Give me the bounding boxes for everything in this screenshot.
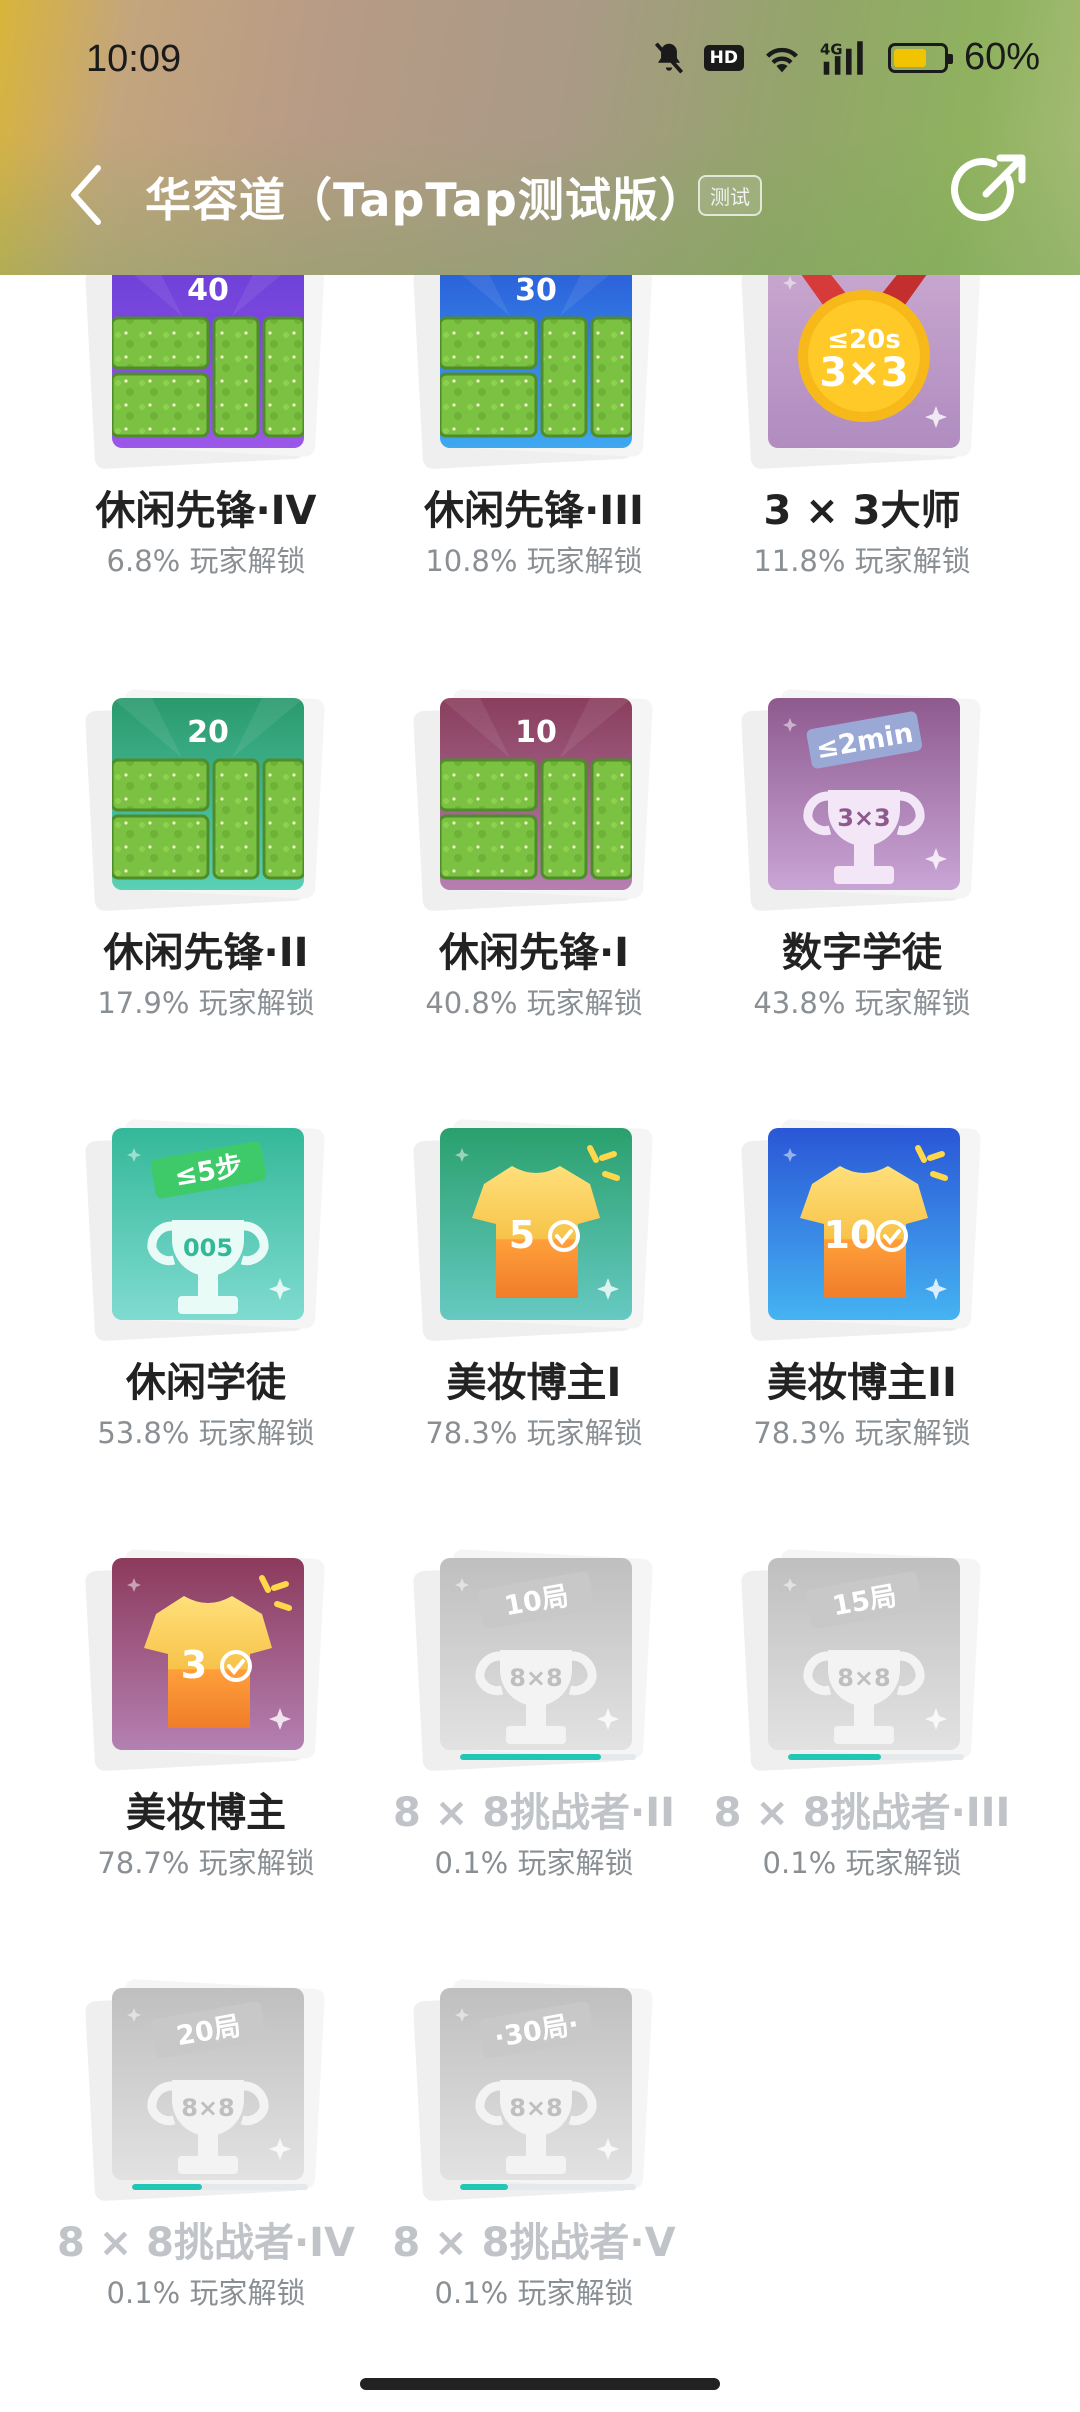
achievement-card[interactable]: 10 休闲先锋·I 40.8% 玩家解锁 — [384, 688, 684, 1118]
back-arrow-icon[interactable] — [62, 160, 112, 230]
status-icons: HD 4G 60% — [650, 36, 1040, 79]
badge-number: 40 — [187, 273, 229, 308]
test-tag: 测试 — [698, 175, 762, 216]
badge-image: 005 ≤5步 — [84, 1118, 326, 1342]
achievement-card[interactable]: 8×8 15局 8 × 8挑战者·III 0.1% 玩家解锁 — [712, 1548, 1012, 1978]
achievement-card[interactable]: 20 休闲先锋·II 17.9% 玩家解锁 — [56, 688, 356, 1118]
badge-image: 10 — [740, 1118, 982, 1342]
badge-image: 8×8 10局 — [412, 1548, 654, 1772]
unlock-rate: 0.1% 玩家解锁 — [762, 1846, 962, 1880]
wifi-icon — [760, 40, 804, 76]
badge-sub: 8×8 — [509, 2094, 563, 2122]
achievement-card[interactable]: 30 休闲先锋·III 10.8% 玩家解锁 — [384, 246, 684, 688]
badge-image: 5 — [412, 1118, 654, 1342]
badge-sub: 3×3 — [837, 804, 891, 832]
achievement-name: 休闲先锋·IV — [95, 488, 317, 534]
status-time: 10:09 — [86, 38, 182, 80]
4g-signal-icon: 4G — [820, 39, 872, 77]
badge-sub: 8×8 — [509, 1664, 563, 1692]
progress-bar — [460, 1754, 636, 1760]
unlock-rate: 0.1% 玩家解锁 — [106, 2276, 306, 2310]
achievement-name: 休闲先锋·I — [438, 930, 630, 976]
achievement-name: 8 × 8挑战者·V — [392, 2220, 676, 2266]
page-title: 华容道（TapTap测试版） — [145, 173, 706, 227]
achievement-name: 休闲先锋·III — [424, 488, 644, 534]
achievement-card[interactable]: 40 休闲先锋·IV 6.8% 玩家解锁 — [56, 246, 356, 688]
achievement-name: 美妆博主I — [446, 1360, 622, 1406]
badge-image: 40 — [84, 246, 326, 470]
progress-fill — [460, 2184, 508, 2190]
bell-off-icon — [650, 39, 688, 77]
share-icon[interactable] — [950, 150, 1030, 230]
unlock-rate: 78.3% 玩家解锁 — [753, 1416, 971, 1450]
unlock-rate: 6.8% 玩家解锁 — [106, 544, 306, 578]
badge-number: 3 — [181, 1643, 207, 1687]
header: 10:09 HD 4G 60% 华容道（TapTap测试版） 测试 — [0, 0, 1080, 275]
progress-fill — [132, 2184, 203, 2190]
badge-sub: 3×3 — [819, 350, 908, 396]
achievement-card[interactable]: 10 美妆博主II 78.3% 玩家解锁 — [712, 1118, 1012, 1548]
achievement-name: 休闲学徒 — [126, 1360, 286, 1406]
unlock-rate: 0.1% 玩家解锁 — [434, 2276, 634, 2310]
achievement-name: 8 × 8挑战者·IV — [56, 2220, 356, 2266]
achievement-name: 数字学徒 — [782, 930, 942, 976]
nav-bar: 华容道（TapTap测试版） 测试 — [0, 150, 1080, 240]
achievement-card[interactable]: 8×8 ·30局· 8 × 8挑战者·V 0.1% 玩家解锁 — [384, 1978, 684, 2408]
badge-number: 10 — [824, 1213, 877, 1257]
battery-icon — [887, 42, 953, 73]
achievement-name: 休闲先锋·II — [103, 930, 309, 976]
achievement-card[interactable]: 3×3 ≤2min 数字学徒 43.8% 玩家解锁 — [712, 688, 1012, 1118]
achievement-name: 8 × 8挑战者·II — [393, 1790, 675, 1836]
unlock-rate: 0.1% 玩家解锁 — [434, 1846, 634, 1880]
progress-bar — [132, 2184, 308, 2190]
badge-sub: 8×8 — [837, 1664, 891, 1692]
achievement-card[interactable]: 8×8 20局 8 × 8挑战者·IV 0.1% 玩家解锁 — [56, 1978, 356, 2408]
achievement-card[interactable]: 8×8 10局 8 × 8挑战者·II 0.1% 玩家解锁 — [384, 1548, 684, 1978]
battery-text: 60% — [963, 36, 1040, 78]
unlock-rate: 17.9% 玩家解锁 — [97, 986, 315, 1020]
unlock-rate: 40.8% 玩家解锁 — [425, 986, 643, 1020]
unlock-rate: 78.3% 玩家解锁 — [425, 1416, 643, 1450]
hd-icon: HD — [703, 44, 744, 71]
svg-text:4G: 4G — [820, 40, 843, 58]
achievement-card[interactable]: 005 ≤5步 休闲学徒 53.8% 玩家解锁 — [56, 1118, 356, 1548]
achievement-card[interactable]: 3 美妆博主 78.7% 玩家解锁 — [56, 1548, 356, 1978]
badge-image: ≤20s 3×3 — [740, 246, 982, 470]
badge-image: 8×8 15局 — [740, 1548, 982, 1772]
unlock-rate: 10.8% 玩家解锁 — [425, 544, 643, 578]
unlock-rate: 11.8% 玩家解锁 — [753, 544, 971, 578]
progress-fill — [460, 1754, 601, 1760]
achievement-name: 美妆博主II — [767, 1360, 957, 1406]
badge-number: 30 — [515, 273, 557, 308]
badge-image: 30 — [412, 246, 654, 470]
badge-number: 20 — [187, 715, 229, 750]
achievement-name: 美妆博主 — [126, 1790, 286, 1836]
badge-image: 3 — [84, 1548, 326, 1772]
progress-fill — [788, 1754, 882, 1760]
achievement-card[interactable]: 5 美妆博主I 78.3% 玩家解锁 — [384, 1118, 684, 1548]
badge-image: 3×3 ≤2min — [740, 688, 982, 912]
badge-sub: 8×8 — [181, 2094, 235, 2122]
progress-bar — [460, 2184, 636, 2190]
unlock-rate: 53.8% 玩家解锁 — [97, 1416, 315, 1450]
unlock-rate: 78.7% 玩家解锁 — [97, 1846, 315, 1880]
achievement-name: 8 × 8挑战者·III — [713, 1790, 1011, 1836]
badge-number: 10 — [515, 715, 557, 750]
badge-image: 8×8 ·30局· — [412, 1978, 654, 2202]
badge-number: 5 — [509, 1213, 535, 1257]
badge-image: 8×8 20局 — [84, 1978, 326, 2202]
badge-sub: 005 — [183, 1234, 233, 1262]
badge-image: 10 — [412, 688, 654, 912]
home-indicator[interactable] — [360, 2378, 720, 2390]
status-bar: 10:09 HD 4G 60% — [0, 30, 1080, 94]
badge-image: 20 — [84, 688, 326, 912]
unlock-rate: 43.8% 玩家解锁 — [753, 986, 971, 1020]
progress-bar — [788, 1754, 964, 1760]
achievement-name: 3 × 3大师 — [763, 488, 961, 534]
achievement-card[interactable]: ≤20s 3×3 3 × 3大师 11.8% 玩家解锁 — [712, 246, 1012, 688]
